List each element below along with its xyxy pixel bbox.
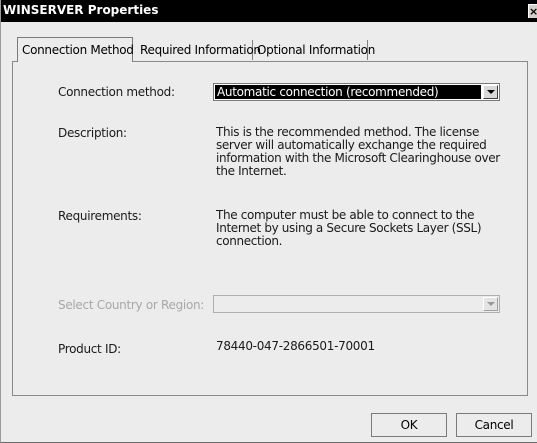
title-bar[interactable]: WINSERVER Properties × (1, 0, 537, 22)
description-label: Description: (58, 126, 127, 140)
tab-optional-information[interactable]: Optional Information (253, 40, 375, 60)
tab-label: Connection Method (22, 43, 134, 57)
chevron-down-icon[interactable] (483, 297, 498, 311)
tab-label: Optional Information (257, 43, 376, 57)
product-id-label: Product ID: (58, 342, 121, 356)
close-button[interactable]: × (528, 4, 537, 18)
product-id-value: 78440-047-2866501-70001 (216, 339, 375, 353)
properties-dialog: WINSERVER Properties × Connection Method… (0, 0, 537, 443)
window-title: WINSERVER Properties (3, 3, 159, 17)
requirements-label: Requirements: (58, 209, 142, 223)
ok-button[interactable]: OK (371, 413, 447, 437)
connection-method-dropdown[interactable]: Automatic connection (recommended) (213, 83, 500, 101)
description-text: This is the recommended method. The lice… (216, 125, 500, 178)
cancel-button[interactable]: Cancel (456, 413, 532, 437)
tab-label: Required Information (140, 43, 261, 57)
connection-method-value: Automatic connection (recommended) (215, 85, 481, 99)
tab-connection-method[interactable]: Connection Method (17, 37, 134, 62)
chevron-down-icon[interactable] (483, 85, 498, 99)
requirements-text: The computer must be able to connect to … (216, 208, 482, 248)
connection-method-label: Connection method: (58, 85, 175, 99)
country-region-dropdown[interactable] (213, 295, 500, 313)
tab-required-information[interactable]: Required Information (136, 40, 261, 60)
close-icon: × (529, 5, 537, 18)
country-region-label: Select Country or Region: (58, 298, 205, 312)
